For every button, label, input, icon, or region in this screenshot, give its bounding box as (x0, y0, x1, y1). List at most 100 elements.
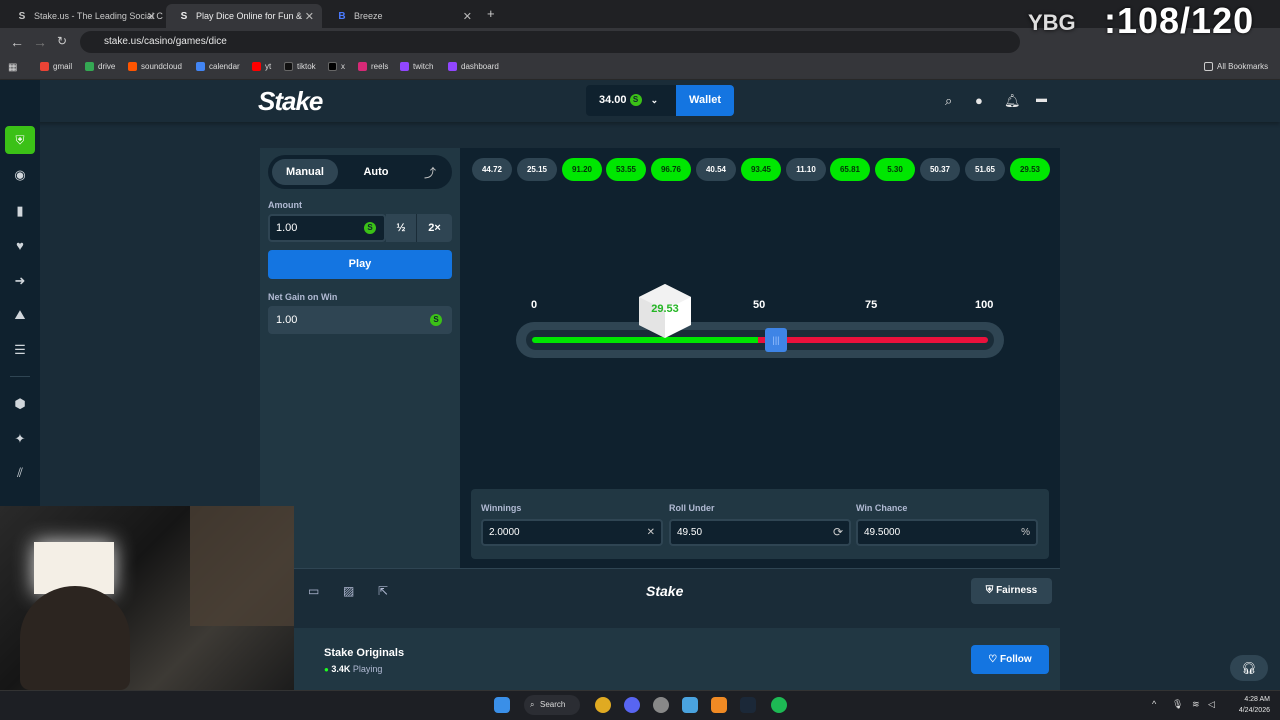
taskbar-clock[interactable]: 4:28 AM 4/24/2026 (1222, 694, 1270, 716)
play-button[interactable]: Play (268, 250, 452, 279)
fairness-button[interactable]: ⛨ Fairness (971, 578, 1052, 604)
history-chip[interactable]: 65.81 (830, 158, 870, 181)
browser-tab-breeze[interactable]: B Breeze ✕ (324, 4, 480, 28)
amount-input[interactable]: 1.00 S (268, 214, 386, 242)
bookmark-calendar[interactable]: calendar (196, 62, 240, 71)
url-field[interactable]: stake.us/casino/games/dice (80, 31, 1020, 53)
footer-stake-logo: Stake (646, 583, 684, 599)
bookmark-soundcloud[interactable]: soundcloud (128, 62, 182, 71)
browser-tab-dice[interactable]: S Play Dice Online for Fun & ✕ (166, 4, 322, 28)
multiply-icon: ✕ (646, 527, 655, 538)
wifi-icon[interactable]: ≋ (1192, 699, 1200, 710)
search-icon: ⌕ (530, 700, 535, 709)
online-dot-icon: ● (324, 665, 329, 674)
bookmark-drive[interactable]: drive (85, 62, 115, 71)
winnings-field[interactable]: 2.0000 ✕ (481, 519, 663, 546)
bookmark-twitch[interactable]: twitch (400, 62, 433, 71)
popout-icon[interactable]: ⇱ (378, 584, 388, 598)
taskbar-search[interactable]: ⌕ Search (524, 695, 580, 715)
half-button[interactable]: ½ (386, 214, 417, 242)
promo-shield-icon[interactable]: ⛨ (5, 126, 35, 154)
bookmark-gmail[interactable]: gmail (40, 62, 72, 71)
new-tab-icon[interactable]: + (487, 6, 495, 21)
tray-chevron-icon[interactable]: ^ (1152, 699, 1156, 709)
history-chip[interactable]: 96.76 (651, 158, 691, 181)
close-tab-icon[interactable]: ✕ (305, 10, 314, 23)
roll-under-slider-handle[interactable]: ||| (765, 328, 787, 352)
originals-icon[interactable]: ⬢ (12, 396, 28, 412)
discord-icon[interactable] (624, 697, 640, 713)
tab-manual[interactable]: Manual (272, 159, 338, 185)
close-tab-icon[interactable]: ✕ (463, 10, 472, 23)
tab-auto[interactable]: Auto (350, 159, 402, 185)
slots-icon[interactable]: ⫽ (12, 465, 28, 481)
favorites-icon[interactable]: ♥ (12, 238, 28, 253)
coin-icon: S (430, 314, 442, 326)
bookmark-dashboard[interactable]: dashboard (448, 62, 499, 71)
originals-players: ● 3.4K Playing (324, 664, 382, 674)
casino-icon[interactable]: ◉ (12, 167, 28, 183)
blog-icon[interactable]: ☰ (12, 342, 28, 358)
stats-icon[interactable]: ⤴ (424, 164, 436, 181)
apps-grid-icon[interactable]: ▦ (8, 62, 17, 73)
search-label: Search (540, 700, 566, 709)
close-tab-icon[interactable]: ✕ (147, 10, 156, 23)
stake-logo[interactable]: Stake (258, 86, 323, 117)
recent-icon[interactable]: ➜ (12, 273, 28, 289)
history-chip[interactable]: 53.55 (606, 158, 646, 181)
stake-favicon-icon: S (18, 10, 26, 22)
all-bookmarks[interactable]: All Bookmarks (1204, 62, 1268, 71)
follow-label: Follow (1000, 654, 1032, 665)
history-chip[interactable]: 51.65 (965, 158, 1005, 181)
wallet-button[interactable]: Wallet (676, 85, 734, 116)
scale-tick: 0 (531, 299, 538, 311)
balance-display[interactable]: 34.00 S ⌄ (586, 85, 676, 116)
reload-icon[interactable]: ↻ (57, 34, 67, 48)
swap-icon[interactable]: ⟳ (833, 521, 843, 544)
spotify-icon[interactable] (771, 697, 787, 713)
windows-start-icon[interactable] (494, 697, 510, 713)
stats-chart-icon[interactable]: ▨ (343, 584, 354, 598)
bookmark-x[interactable]: x (328, 62, 345, 71)
bell-icon[interactable]: 🔔︎ (1004, 93, 1021, 109)
support-chat-icon[interactable]: 🎧︎ (1230, 655, 1268, 681)
browser-tab-stake-home[interactable]: S Stake.us - The Leading Social C ✕ (4, 4, 164, 28)
forward-icon[interactable]: → (33, 34, 47, 50)
win-chance-field[interactable]: 49.5000 % (856, 519, 1038, 546)
back-icon[interactable]: ← (10, 34, 24, 50)
bookmark-yt[interactable]: yt (252, 62, 271, 71)
ccleaner-icon[interactable] (682, 697, 698, 713)
history-chip[interactable]: 29.53 (1010, 158, 1050, 181)
steam-icon[interactable] (740, 697, 756, 713)
winnings-label: Winnings (481, 503, 522, 513)
user-icon[interactable]: ● (975, 93, 983, 108)
bookmark-tiktok[interactable]: tiktok (284, 62, 316, 71)
tab-title: Stake.us - The Leading Social C (34, 11, 163, 21)
history-chip[interactable]: 25.15 (517, 158, 557, 181)
history-chip[interactable]: 50.37 (920, 158, 960, 181)
search-icon[interactable]: ⌕ (945, 93, 952, 109)
scale-tick: 100 (975, 299, 994, 311)
history-chip[interactable]: 5.30 (875, 158, 915, 181)
app-icon[interactable] (653, 697, 669, 713)
double-button[interactable]: 2× (417, 214, 452, 242)
originals-title[interactable]: Stake Originals (324, 647, 404, 659)
follow-button[interactable]: ♡ Follow (971, 645, 1049, 674)
sparkle-icon[interactable]: ✦ (12, 431, 28, 447)
history-chip[interactable]: 44.72 (472, 158, 512, 181)
history-chip[interactable]: 40.54 (696, 158, 736, 181)
mic-icon[interactable]: 🎙︎ (1172, 699, 1183, 710)
history-chip[interactable]: 11.10 (786, 158, 826, 181)
theatre-mode-icon[interactable]: ▭ (308, 584, 319, 598)
challenges-icon[interactable]: ⛰ (12, 307, 28, 323)
bookmark-reels[interactable]: reels (358, 62, 388, 71)
bookmark-icon[interactable]: ▮ (12, 203, 28, 219)
history-chip[interactable]: 93.45 (741, 158, 781, 181)
volume-icon[interactable]: ◁ (1208, 699, 1215, 710)
roll-under-field[interactable]: 49.50 ⟳ (669, 519, 851, 546)
fl-studio-icon[interactable] (711, 697, 727, 713)
chrome-icon[interactable] (595, 697, 611, 713)
chat-icon[interactable]: ▬ (1036, 93, 1047, 105)
players-label: Playing (352, 664, 383, 674)
history-chip[interactable]: 91.20 (562, 158, 602, 181)
